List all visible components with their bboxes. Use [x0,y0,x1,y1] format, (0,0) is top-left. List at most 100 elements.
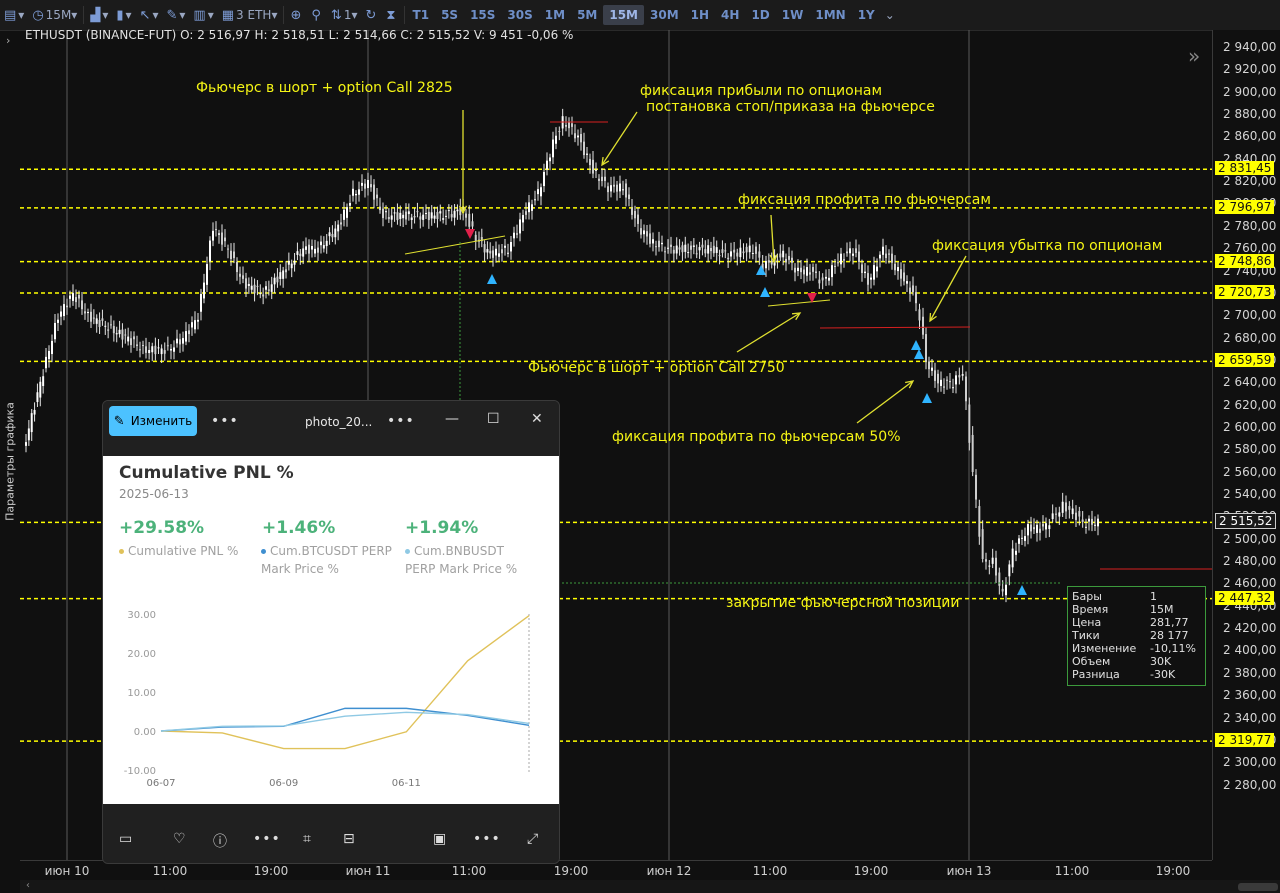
time-tick-label: 19:00 [553,864,589,878]
candle-body [684,244,687,252]
candle-body [416,211,419,213]
candle-body [206,264,208,285]
level-price-label: 2 319,77 [1215,733,1275,748]
annotation-options-loss: фиксация убытка по опционам [932,238,1163,254]
candle-body [504,245,506,248]
legend-label: Cum.BNBUSDT PERP Mark Price % [405,544,518,576]
more-options-icon[interactable]: ••• [211,413,239,429]
timeframe-15m[interactable]: 15M [603,5,644,25]
candle-body [794,267,796,273]
timeframe-30s[interactable]: 30S [501,5,538,25]
candle-body [373,184,375,200]
slideshow-icon[interactable]: ▣ [433,831,446,847]
edit-button[interactable]: ✎ Изменить [109,406,197,436]
search-button[interactable]: ⚲ [307,4,327,26]
timeframe-1w[interactable]: 1W [776,5,810,25]
series-line-1 [160,707,530,732]
pnl-value-cumulative: +29.58% [119,518,205,538]
pnl-legend-bnb: Cum.BNBUSDT PERP Mark Price % [405,542,535,578]
divider [283,6,285,24]
indicators-button[interactable]: ▥ ▾ [189,4,217,26]
candle-body [110,324,112,326]
cursor-button[interactable]: ↖ ▾ [136,4,163,26]
chart-settings-tab[interactable]: Параметры графика [4,392,17,532]
timeframe-4h[interactable]: 4H [715,5,745,25]
candle-body [825,276,827,279]
candle-body [413,216,416,218]
filmstrip-icon[interactable]: ▭ [119,831,132,847]
horizontal-scrollbar[interactable]: ‹ [20,880,1280,893]
candle-body [955,375,957,385]
interval-selector[interactable]: ◷ 15M ▾ [28,4,81,26]
level-price-label: 2 831,45 [1215,161,1275,176]
price-axis[interactable]: 2 940,00 2 920,00 2 900,00 2 880,00 2 860,00… [1212,30,1280,860]
candle-body [815,271,817,273]
scroll-left-icon[interactable]: ‹ [26,880,30,891]
quantity-selector[interactable]: ▦ 3 ETH ▾ [218,4,282,26]
maximize-icon[interactable]: ☐ [487,411,500,427]
candle-body [943,386,945,388]
candle-body [513,232,515,239]
timeframe-t1[interactable]: T1 [407,5,436,25]
mirror-icon: ⧗ [386,7,396,23]
interval-label: 15M [45,8,72,22]
scan-text-icon[interactable]: ⊟ [343,831,355,847]
candle-body [1078,511,1081,517]
price-tick-label: 2 640,00 [1223,375,1277,390]
annotation-futures-profit: фиксация профита по фьючерсам [738,192,991,208]
timeframe-30m[interactable]: 30M [644,5,685,25]
drawing-button[interactable]: ✎ ▾ [162,4,189,26]
minimize-icon[interactable]: — [445,411,459,427]
close-icon[interactable]: ✕ [531,411,543,427]
candle-body [163,350,166,354]
visual-search-icon[interactable]: ⌗ [303,831,311,847]
candle-body [290,263,293,269]
timeframe-5m[interactable]: 5M [571,5,603,25]
candle-body [937,373,939,384]
scrollbar-thumb[interactable] [1238,883,1278,891]
candle-body [583,141,585,156]
timeframe-1mn[interactable]: 1MN [809,5,851,25]
scroll-right-icon[interactable]: » [1188,44,1200,68]
info-icon[interactable]: ⓘ [213,831,227,851]
candle-body [770,261,773,265]
zoom-button[interactable]: ⊕ [286,4,307,26]
candle-body [30,413,33,433]
menu-button[interactable]: ▤ ▾ [0,4,28,26]
indicators-icon: ▥ [193,7,206,23]
timeframe-1m[interactable]: 1M [539,5,571,25]
candle-body [115,333,118,335]
stop-marker-line [819,326,971,329]
timeframe-dropdown[interactable]: ⌄ [881,4,899,26]
timeframe-1h[interactable]: 1H [685,5,715,25]
candle-body [1091,518,1093,525]
file-more-icon[interactable]: ••• [387,413,415,429]
favorite-icon[interactable]: ♡ [173,831,186,847]
sort-button[interactable]: ⇅ 1 ▾ [327,4,362,26]
candle-body [961,374,964,376]
candle-body [72,293,74,301]
fullscreen-icon[interactable]: ⤢ [527,831,538,847]
more-bottom-icon[interactable]: ••• [473,831,501,847]
price-tick-label: 2 680,00 [1223,330,1277,345]
candle-body [543,171,545,187]
annotation-arrow [736,312,801,353]
refresh-button[interactable]: ↻ [361,4,382,26]
timeframe-1d[interactable]: 1D [745,5,775,25]
candle-body [276,276,279,283]
menu-count: 1 [343,8,352,22]
more-icon[interactable]: ••• [253,831,281,847]
candle-body [672,249,675,254]
timeframe-1y[interactable]: 1Y [852,5,881,25]
candles-button[interactable]: ▮ ▾ [112,4,135,26]
time-tick-label: июн 10 [44,864,90,878]
candle-body [430,212,433,219]
candle-body [282,270,285,279]
candle-body [1075,512,1077,520]
timeframe-5s[interactable]: 5S [435,5,464,25]
mirror-button[interactable]: ⧗ [382,4,401,26]
chart-type-button[interactable]: ▟ ▾ [86,4,112,26]
candle-body [439,211,442,214]
expand-arrow-icon[interactable]: › [6,34,10,47]
timeframe-15s[interactable]: 15S [464,5,501,25]
